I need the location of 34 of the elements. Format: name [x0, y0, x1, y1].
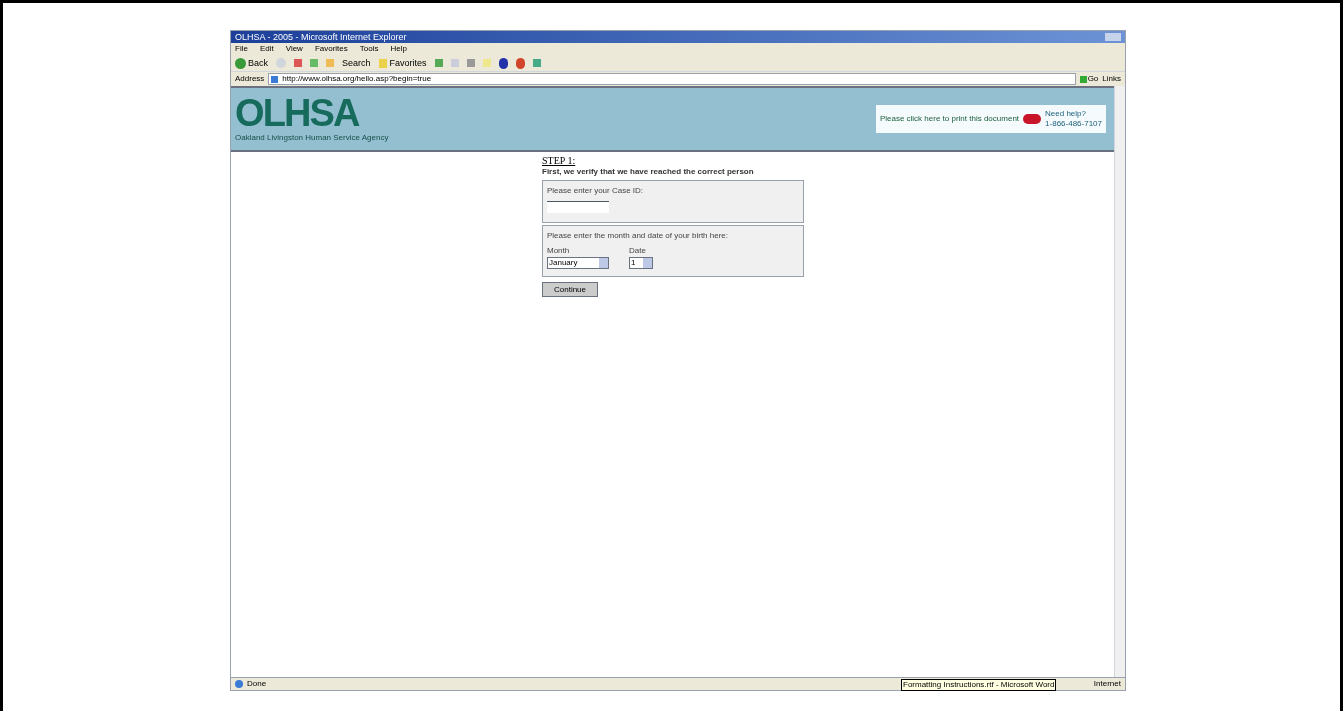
help-phone: 1-866-486-7107: [1045, 119, 1102, 129]
month-label: Month: [547, 245, 571, 257]
date-label: Date: [629, 245, 647, 257]
back-button[interactable]: Back: [235, 57, 268, 69]
address-field[interactable]: http://www.olhsa.org/hello.asp?begin=true: [268, 73, 1076, 85]
menu-item[interactable]: Favorites: [314, 45, 348, 53]
status-text: Done: [247, 680, 267, 688]
case-id-field[interactable]: [547, 201, 609, 213]
date-dropdown[interactable]: 1: [629, 257, 653, 269]
menu-item[interactable]: Edit: [259, 45, 274, 53]
scrollbar[interactable]: [1114, 86, 1125, 677]
tooltip: Formatting Instructions.rtf - Microsoft Word: [901, 679, 1057, 691]
page-icon: [271, 75, 279, 83]
intro-text: First, we verify that we have reached the correct person: [542, 166, 754, 178]
window-title: OLHSA - 2005 - Microsoft Internet Explorer: [235, 32, 407, 42]
links-button[interactable]: Links: [1102, 75, 1121, 83]
continue-button[interactable]: Continue: [542, 282, 598, 297]
menu-item[interactable]: Help: [390, 45, 407, 53]
case-id-label: Please enter your Case ID:: [547, 185, 645, 197]
menu-item[interactable]: View: [285, 45, 303, 53]
page-icon: [235, 680, 243, 688]
print-link[interactable]: Please click here to print this document: [879, 113, 1020, 125]
month-dropdown[interactable]: January: [547, 257, 609, 269]
menu-item[interactable]: Tools: [359, 45, 379, 53]
help-title: Need help?: [1045, 109, 1087, 119]
birth-label: Please enter the month and date of your birth here:: [547, 230, 729, 242]
favorites-button[interactable]: Favorites: [378, 58, 427, 68]
tagline: Oakland Livingston Human Service Agency: [235, 132, 389, 144]
search-button[interactable]: Search: [342, 58, 371, 68]
zone-text: Internet: [1093, 680, 1121, 688]
menu-item[interactable]: File: [235, 45, 248, 53]
step-heading: STEP 1:: [542, 156, 576, 166]
address-label: Address: [235, 75, 265, 83]
go-button[interactable]: Go: [1079, 75, 1099, 83]
